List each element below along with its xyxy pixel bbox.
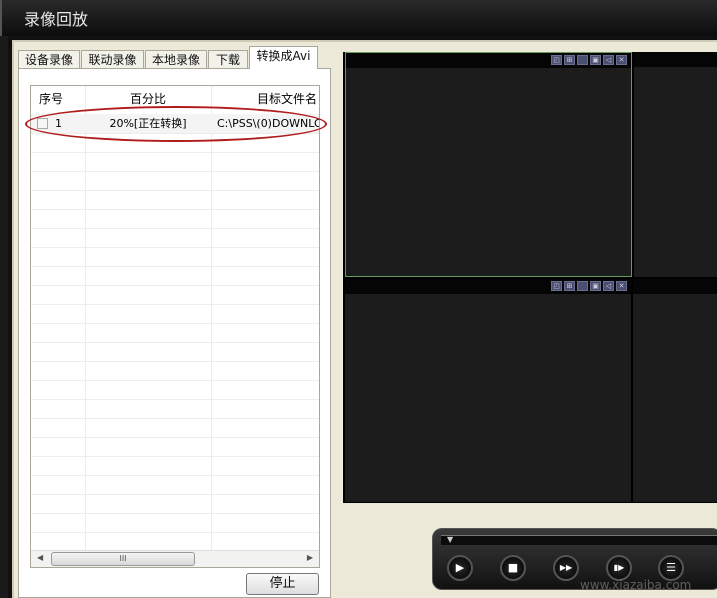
convert-list[interactable]: 序号 百分比 目标文件名 1 20%[正在转换] C:\PSS\(0)DOWNL… xyxy=(30,85,320,568)
blank-icon xyxy=(577,281,588,291)
list-button[interactable]: ☰ xyxy=(658,555,684,581)
blank-icon xyxy=(577,55,588,65)
stop-playback-button[interactable]: ■ xyxy=(500,555,526,581)
camera-icon[interactable]: ▣ xyxy=(590,55,601,65)
multiwindow-icon[interactable]: ⊞ xyxy=(564,55,575,65)
audio-icon[interactable]: ◁ xyxy=(603,55,614,65)
table-row[interactable]: 1 20%[正在转换] C:\PSS\(0)DOWNLOAD xyxy=(31,114,319,133)
window-title: 录像回放 xyxy=(24,10,89,29)
col-index[interactable]: 序号 xyxy=(39,86,63,113)
col-target[interactable]: 目标文件名 xyxy=(257,86,317,113)
play-button[interactable]: ▶ xyxy=(447,555,473,581)
seek-bar[interactable]: ▼ xyxy=(441,535,717,545)
layout-icon[interactable]: ◰ xyxy=(551,55,562,65)
close-icon[interactable]: ✕ xyxy=(616,55,627,65)
video-grid: ◰ ⊞ ▣ ◁ ✕ ◰ ⊞ ▣ ◁ ✕ xyxy=(343,52,717,503)
audio-icon[interactable]: ◁ xyxy=(603,281,614,291)
scroll-right-icon[interactable]: ▶ xyxy=(307,553,313,562)
tab-convert-avi[interactable]: 转换成Avi xyxy=(249,46,318,69)
video-pane-3[interactable]: ◰ ⊞ ▣ ◁ ✕ xyxy=(345,279,631,502)
playback-controls: ▼ ▶ ■ ▶▶ ▮▶ ☰ xyxy=(432,528,717,590)
layout-icon[interactable]: ◰ xyxy=(551,281,562,291)
video-pane-2[interactable] xyxy=(634,52,717,277)
scroll-left-icon[interactable]: ◀ xyxy=(37,553,43,562)
list-header: 序号 百分比 目标文件名 xyxy=(31,86,319,113)
stop-button[interactable]: 停止 xyxy=(246,573,319,595)
tab-local-record[interactable]: 本地录像 xyxy=(145,50,207,69)
video-pane-4[interactable] xyxy=(633,279,717,502)
tab-linked-record[interactable]: 联动录像 xyxy=(81,50,144,69)
multiwindow-icon[interactable]: ⊞ xyxy=(564,281,575,291)
horizontal-scrollbar[interactable]: ◀ III ▶ xyxy=(31,550,319,567)
tab-device-record[interactable]: 设备录像 xyxy=(18,50,80,69)
row-checkbox[interactable] xyxy=(37,118,48,129)
step-forward-button[interactable]: ▮▶ xyxy=(606,555,632,581)
row-target: C:\PSS\(0)DOWNLOAD xyxy=(217,117,319,130)
row-percent: 20%[正在转换] xyxy=(109,117,187,130)
scroll-thumb[interactable]: III xyxy=(51,552,195,566)
seek-handle-icon[interactable]: ▼ xyxy=(447,535,453,544)
video-pane-1[interactable]: ◰ ⊞ ▣ ◁ ✕ xyxy=(345,52,632,277)
title-bar: 录像回放 xyxy=(0,0,717,36)
camera-icon[interactable]: ▣ xyxy=(590,281,601,291)
row-index: 1 xyxy=(55,117,62,130)
close-icon[interactable]: ✕ xyxy=(616,281,627,291)
tab-download[interactable]: 下载 xyxy=(208,50,248,69)
col-percent[interactable]: 百分比 xyxy=(85,86,211,113)
fast-forward-button[interactable]: ▶▶ xyxy=(553,555,579,581)
